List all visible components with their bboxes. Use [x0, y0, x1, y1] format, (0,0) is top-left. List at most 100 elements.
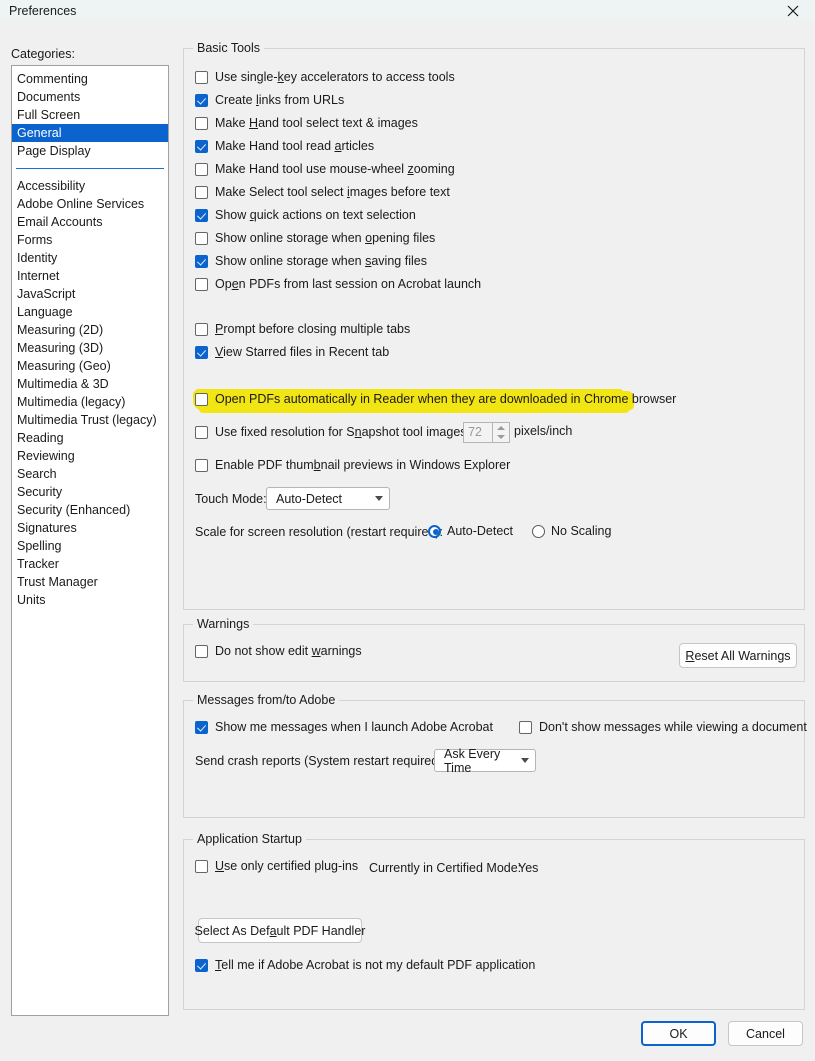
stepper-buttons[interactable] — [493, 422, 510, 443]
touch-mode-select[interactable]: Auto-Detect — [266, 487, 390, 510]
sidebar-item-identity[interactable]: Identity — [12, 249, 168, 267]
checkbox-label: Enable PDF thumbnail previews in Windows… — [215, 458, 511, 472]
certified-mode-label: Currently in Certified Mode: — [369, 861, 522, 875]
sidebar-item-multimedia-3d[interactable]: Multimedia & 3D — [12, 375, 168, 393]
sidebar-item-trust-manager[interactable]: Trust Manager — [12, 573, 168, 591]
radio-no-scaling[interactable]: No Scaling — [532, 524, 611, 538]
checkbox-box[interactable] — [195, 345, 208, 359]
sidebar-item-multimedia-trust-legacy[interactable]: Multimedia Trust (legacy) — [12, 411, 168, 429]
sidebar-item-commenting[interactable]: Commenting — [12, 70, 168, 88]
checkbox-box[interactable] — [195, 139, 208, 153]
sidebar-item-search[interactable]: Search — [12, 465, 168, 483]
sidebar-item-tracker[interactable]: Tracker — [12, 555, 168, 573]
checkbox-show-quick-actions[interactable]: Show quick actions on text selection — [195, 208, 416, 222]
checkbox-box[interactable] — [195, 958, 208, 972]
reset-all-warnings-button[interactable]: Reset All Warnings — [679, 643, 797, 668]
radio-box[interactable] — [428, 524, 441, 538]
sidebar-item-documents[interactable]: Documents — [12, 88, 168, 106]
radio-auto-detect[interactable]: Auto-Detect — [428, 524, 513, 538]
sidebar-item-security[interactable]: Security — [12, 483, 168, 501]
warnings-legend: Warnings — [193, 617, 254, 631]
checkbox-use-only-certified-plugins[interactable]: Use only certified plug-ins — [195, 859, 358, 873]
sidebar-item-reading[interactable]: Reading — [12, 429, 168, 447]
sidebar-item-units[interactable]: Units — [12, 591, 168, 609]
checkbox-fixed-resolution-snapshot[interactable]: Use fixed resolution for Snapshot tool i… — [195, 425, 470, 439]
snapshot-resolution-stepper[interactable]: 72 — [463, 422, 510, 443]
checkbox-online-storage-saving[interactable]: Show online storage when saving files — [195, 254, 427, 268]
checkbox-tell-me-not-default[interactable]: Tell me if Adobe Acrobat is not my defau… — [195, 958, 535, 972]
checkbox-label: Make Hand tool use mouse-wheel zooming — [215, 162, 455, 176]
checkbox-box[interactable] — [195, 231, 208, 245]
select-as-default-pdf-handler-button[interactable]: Select As Default PDF Handler — [195, 918, 365, 943]
sidebar-item-javascript[interactable]: JavaScript — [12, 285, 168, 303]
sidebar-item-accessibility[interactable]: Accessibility — [12, 177, 168, 195]
checkbox-view-starred-files[interactable]: View Starred files in Recent tab — [195, 345, 389, 359]
checkbox-open-pdfs-last-session[interactable]: Open PDFs from last session on Acrobat l… — [195, 277, 481, 291]
crash-reports-label: Send crash reports (System restart requi… — [195, 754, 446, 768]
sidebar-item-email-accounts[interactable]: Email Accounts — [12, 213, 168, 231]
sidebar-item-full-screen[interactable]: Full Screen — [12, 106, 168, 124]
touch-mode-label: Touch Mode: — [195, 492, 267, 506]
checkbox-box[interactable] — [519, 720, 532, 734]
sidebar-item-security-enhanced[interactable]: Security (Enhanced) — [12, 501, 168, 519]
checkbox-single-key-accelerators[interactable]: Use single-key accelerators to access to… — [195, 70, 455, 84]
checkbox-box[interactable] — [195, 277, 208, 291]
checkbox-box[interactable] — [195, 208, 208, 222]
checkbox-label: Use single-key accelerators to access to… — [215, 70, 455, 84]
checkbox-prompt-before-closing-tabs[interactable]: Prompt before closing multiple tabs — [195, 322, 410, 336]
crash-reports-select[interactable]: Ask Every Time — [434, 747, 536, 775]
chevron-down-icon — [375, 496, 383, 501]
sidebar-divider — [16, 168, 164, 169]
sidebar-item-measuring-geo[interactable]: Measuring (Geo) — [12, 357, 168, 375]
checkbox-show-messages-on-launch[interactable]: Show me messages when I launch Adobe Acr… — [195, 720, 493, 734]
checkbox-hand-tool-read-articles[interactable]: Make Hand tool read articles — [195, 139, 374, 153]
checkbox-create-links-from-urls[interactable]: Create links from URLs — [195, 93, 344, 107]
button-label: Select As Default PDF Handler — [194, 923, 366, 938]
checkbox-box[interactable] — [195, 116, 208, 130]
checkbox-box[interactable] — [195, 162, 208, 176]
checkbox-box[interactable] — [195, 70, 208, 84]
categories-list[interactable]: Commenting Documents Full Screen General… — [11, 65, 169, 1016]
checkbox-label: Do not show edit warnings — [215, 644, 362, 658]
checkbox-dont-show-while-viewing[interactable]: Don't show messages while viewing a docu… — [519, 720, 807, 734]
checkbox-box[interactable] — [195, 93, 208, 107]
checkbox-box[interactable] — [195, 425, 208, 439]
checkbox-box[interactable] — [195, 392, 208, 406]
checkbox-box[interactable] — [195, 254, 208, 268]
checkbox-online-storage-opening[interactable]: Show online storage when opening files — [195, 231, 435, 245]
checkbox-pdf-thumbnail-previews[interactable]: Enable PDF thumbnail previews in Windows… — [195, 458, 510, 472]
checkbox-box[interactable] — [195, 859, 208, 873]
close-icon[interactable] — [771, 0, 815, 21]
checkbox-box[interactable] — [195, 644, 208, 658]
touch-mode-value: Auto-Detect — [276, 491, 343, 506]
checkbox-box[interactable] — [195, 322, 208, 336]
checkbox-label: Show me messages when I launch Adobe Acr… — [215, 720, 493, 734]
checkbox-select-tool-images-before-text[interactable]: Make Select tool select images before te… — [195, 185, 450, 199]
checkbox-box[interactable] — [195, 458, 208, 472]
sidebar-item-language[interactable]: Language — [12, 303, 168, 321]
checkbox-open-pdfs-chrome[interactable]: Open PDFs automatically in Reader when t… — [195, 392, 676, 406]
sidebar-item-measuring-3d[interactable]: Measuring (3D) — [12, 339, 168, 357]
checkbox-hand-tool-mouse-wheel-zooming[interactable]: Make Hand tool use mouse-wheel zooming — [195, 162, 455, 176]
sidebar-item-spelling[interactable]: Spelling — [12, 537, 168, 555]
stepper-down-icon[interactable] — [493, 433, 509, 443]
cancel-button[interactable]: Cancel — [728, 1021, 803, 1046]
sidebar-item-general[interactable]: General — [12, 124, 168, 142]
radio-box[interactable] — [532, 524, 545, 538]
checkbox-label: View Starred files in Recent tab — [215, 345, 390, 359]
ok-button[interactable]: OK — [641, 1021, 716, 1046]
checkbox-hand-tool-select-text-images[interactable]: Make Hand tool select text & images — [195, 116, 418, 130]
sidebar-item-adobe-online-services[interactable]: Adobe Online Services — [12, 195, 168, 213]
snapshot-resolution-input[interactable]: 72 — [463, 422, 493, 443]
sidebar-item-internet[interactable]: Internet — [12, 267, 168, 285]
sidebar-item-measuring-2d[interactable]: Measuring (2D) — [12, 321, 168, 339]
sidebar-item-signatures[interactable]: Signatures — [12, 519, 168, 537]
sidebar-item-forms[interactable]: Forms — [12, 231, 168, 249]
sidebar-item-page-display[interactable]: Page Display — [12, 142, 168, 160]
stepper-up-icon[interactable] — [493, 423, 509, 433]
sidebar-item-reviewing[interactable]: Reviewing — [12, 447, 168, 465]
sidebar-item-multimedia-legacy[interactable]: Multimedia (legacy) — [12, 393, 168, 411]
checkbox-box[interactable] — [195, 185, 208, 199]
checkbox-box[interactable] — [195, 720, 208, 734]
checkbox-do-not-show-edit-warnings[interactable]: Do not show edit warnings — [195, 644, 362, 658]
